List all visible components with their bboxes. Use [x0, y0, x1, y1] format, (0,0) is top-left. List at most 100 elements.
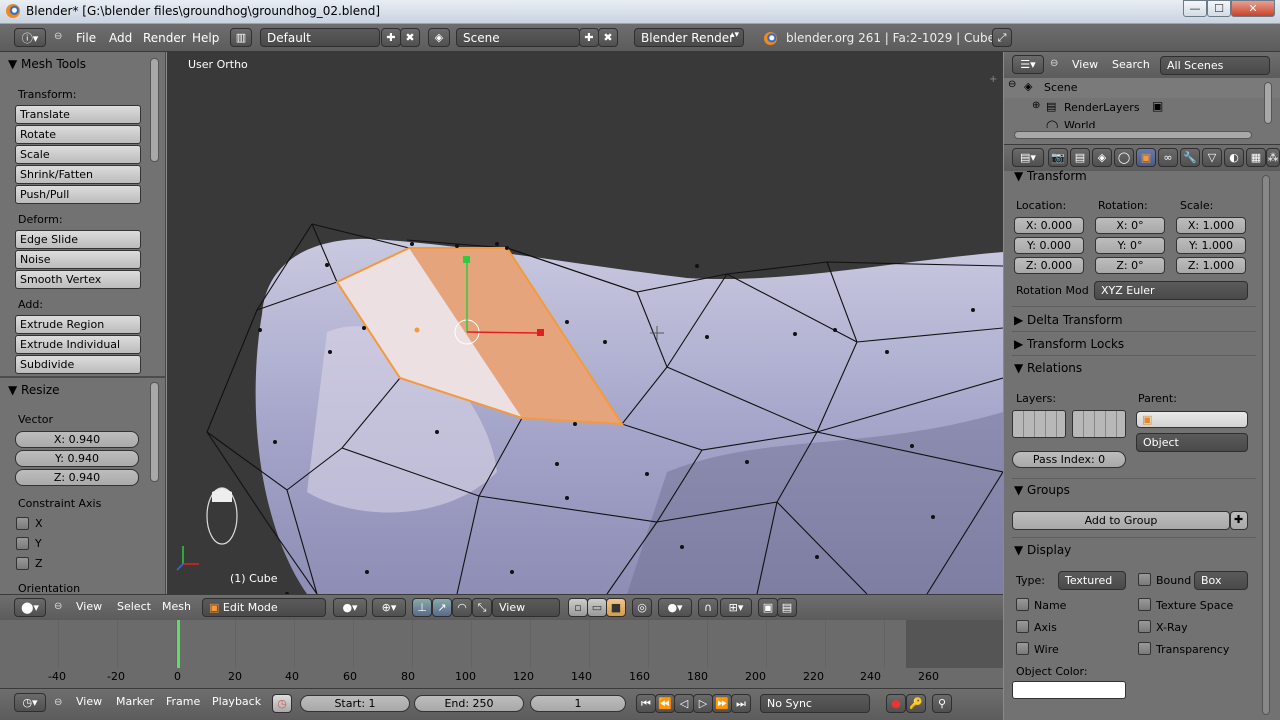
bound-checkbox[interactable] — [1138, 573, 1151, 586]
screen-layout-icon[interactable]: ▥ — [230, 28, 252, 47]
wire-checkbox[interactable] — [1016, 642, 1029, 655]
current-frame-line[interactable] — [177, 620, 180, 668]
record-icon[interactable]: ● — [886, 694, 906, 713]
outliner-filter-dropdown[interactable]: All Scenes — [1160, 56, 1270, 75]
current-frame-field[interactable]: 1 — [530, 695, 626, 712]
remove-scene-icon[interactable]: ✖ — [598, 28, 618, 47]
translate-manip-icon[interactable]: ↗ — [432, 598, 452, 617]
parent-type-dropdown[interactable]: Object — [1136, 433, 1248, 452]
menu-add[interactable]: Add — [109, 31, 132, 45]
opengl-anim-icon[interactable]: ▤ — [777, 598, 797, 617]
constraint-x-checkbox[interactable] — [16, 517, 29, 530]
rotation-mode-dropdown[interactable]: XYZ Euler — [1094, 281, 1248, 300]
expand-icon[interactable]: ⊕ — [1032, 100, 1040, 111]
add-to-group-button[interactable]: Add to Group — [1012, 511, 1230, 530]
jump-end-icon[interactable]: ⏭ — [731, 694, 751, 713]
shrink-fatten-button[interactable]: Shrink/Fatten — [15, 165, 141, 184]
menu-view[interactable]: View — [1072, 58, 1098, 71]
rotation-y-field[interactable]: Y: 0° — [1095, 237, 1165, 254]
editor-type-outliner-icon[interactable]: ☰▾ — [1012, 55, 1044, 74]
toolshelf-scrollbar[interactable] — [150, 58, 159, 162]
snap-element-icon[interactable]: ⊞▾ — [720, 598, 752, 617]
pivot-point-icon[interactable]: ⊕▾ — [372, 598, 406, 617]
scene-field[interactable]: Scene — [456, 28, 580, 47]
axis-checkbox[interactable] — [1016, 620, 1029, 633]
scene-tab-icon[interactable]: ◈ — [1092, 148, 1112, 167]
material-tab-icon[interactable]: ◐ — [1224, 148, 1244, 167]
plus-icon[interactable]: + — [989, 74, 997, 85]
edge-slide-button[interactable]: Edge Slide — [15, 230, 141, 249]
mesh-tools-header[interactable]: ▼ Mesh Tools — [8, 57, 86, 71]
vector-x-field[interactable]: X: 0.940 — [15, 431, 139, 448]
location-z-field[interactable]: Z: 0.000 — [1014, 257, 1084, 274]
properties-scrollbar[interactable] — [1262, 175, 1270, 715]
mode-dropdown[interactable]: ▣ Edit Mode — [202, 598, 326, 617]
play-reverse-icon[interactable]: ◁ — [674, 694, 694, 713]
prev-keyframe-icon[interactable]: ⏪ — [655, 694, 675, 713]
magnet-snap-icon[interactable]: ∩ — [698, 598, 718, 617]
translate-button[interactable]: Translate — [15, 105, 141, 124]
menu-marker[interactable]: Marker — [116, 695, 154, 708]
bound-type-dropdown[interactable]: Box — [1194, 571, 1248, 590]
smooth-vertex-button[interactable]: Smooth Vertex — [15, 270, 141, 289]
vector-z-field[interactable]: Z: 0.940 — [15, 469, 139, 486]
insert-key-icon[interactable]: ⚲ — [932, 694, 952, 713]
proportional-edit-icon[interactable]: ●▾ — [658, 598, 692, 617]
rotate-manip-icon[interactable]: ◠ — [452, 598, 472, 617]
renderlayer-tab-icon[interactable]: ▤ — [1070, 148, 1090, 167]
resize-scrollbar[interactable] — [150, 382, 159, 482]
extrude-region-button[interactable]: Extrude Region — [15, 315, 141, 334]
transform-locks-header[interactable]: ▶ Transform Locks — [1014, 337, 1124, 351]
menu-mesh[interactable]: Mesh — [162, 600, 191, 613]
push-pull-button[interactable]: Push/Pull — [15, 185, 141, 204]
particles-tab-icon[interactable]: ⁂ — [1266, 148, 1280, 167]
remove-screen-icon[interactable]: ✖ — [400, 28, 420, 47]
collapse-icon[interactable]: ⊖ — [1050, 58, 1058, 69]
menu-frame[interactable]: Frame — [166, 695, 200, 708]
outliner-row-renderlayers[interactable]: ⊕ ▤ RenderLayers ▣ — [1004, 98, 1280, 118]
outliner-row-world[interactable]: ◯ World — [1004, 118, 1280, 128]
subdivide-button[interactable]: Subdivide — [15, 355, 141, 374]
menu-help[interactable]: Help — [192, 31, 219, 45]
scale-z-field[interactable]: Z: 1.000 — [1176, 257, 1246, 274]
outliner-row-scene[interactable]: ⊖ ◈ Scene — [1004, 78, 1280, 98]
editor-type-properties-icon[interactable]: ▤▾ — [1012, 148, 1044, 167]
texture-tab-icon[interactable]: ▦ — [1246, 148, 1266, 167]
menu-file[interactable]: File — [76, 31, 96, 45]
layers-grid-b[interactable] — [1072, 410, 1126, 438]
collapse-icon[interactable]: ⊖ — [54, 601, 62, 612]
start-frame-field[interactable]: Start: 1 — [300, 695, 410, 712]
face-select-icon[interactable]: ■ — [606, 598, 626, 617]
3d-viewport[interactable]: User Ortho (1) Cube + — [167, 52, 1003, 594]
scale-button[interactable]: Scale — [15, 145, 141, 164]
maximize-button[interactable]: ☐ — [1207, 0, 1231, 17]
noise-button[interactable]: Noise — [15, 250, 141, 269]
scale-x-field[interactable]: X: 1.000 — [1176, 217, 1246, 234]
editor-type-3dview-icon[interactable]: ⬤▾ — [14, 598, 46, 617]
transform-orientation-dropdown[interactable]: View — [492, 598, 560, 617]
expand-icon[interactable]: ⊖ — [1008, 79, 1016, 90]
texture-space-checkbox[interactable] — [1138, 598, 1151, 611]
extrude-individual-button[interactable]: Extrude Individual — [15, 335, 141, 354]
add-screen-icon[interactable]: ✚ — [381, 28, 401, 47]
constraints-tab-icon[interactable]: ∞ — [1158, 148, 1178, 167]
add-scene-icon[interactable]: ✚ — [579, 28, 599, 47]
close-button[interactable]: ✕ — [1231, 0, 1275, 17]
keying-set-icon[interactable]: 🔑 — [906, 694, 926, 713]
screen-layout-field[interactable]: Default — [260, 28, 380, 47]
maximize-area-icon[interactable]: ⤢ — [992, 28, 1012, 47]
relations-header[interactable]: ▼ Relations — [1014, 361, 1082, 375]
add-group-plus-icon[interactable]: ✚ — [1230, 511, 1248, 530]
edge-select-icon[interactable]: ▭ — [587, 598, 607, 617]
render-engine-dropdown[interactable]: Blender Render — [634, 28, 744, 47]
display-type-dropdown[interactable]: Textured — [1058, 571, 1126, 590]
outliner-vscrollbar[interactable] — [1264, 82, 1272, 124]
data-tab-icon[interactable]: ▽ — [1202, 148, 1222, 167]
xray-checkbox[interactable] — [1138, 620, 1151, 633]
menu-view[interactable]: View — [76, 600, 102, 613]
render-visibility-icon[interactable]: ▣ — [1152, 99, 1163, 113]
timeline[interactable]: -40 -20 0 20 40 60 80 100 120 140 160 18… — [0, 620, 1003, 688]
constraint-z-checkbox[interactable] — [16, 557, 29, 570]
preview-range-icon[interactable]: ◷ — [272, 694, 292, 713]
occlude-geometry-icon[interactable]: ◎ — [632, 598, 652, 617]
